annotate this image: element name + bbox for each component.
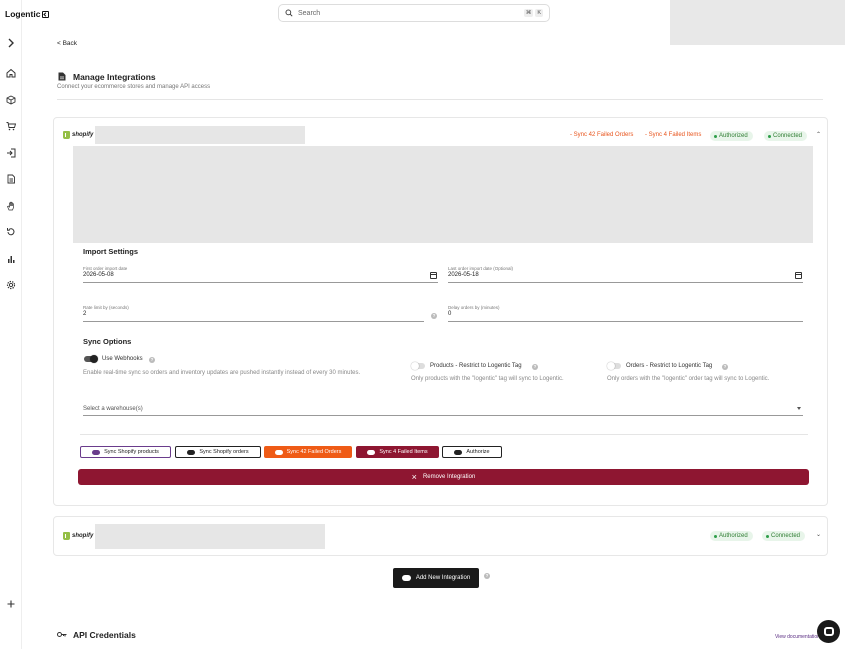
chevron-up-icon[interactable]: ⌃: [816, 131, 821, 138]
store-name-placeholder: [95, 524, 325, 549]
webhooks-label: Use Webhooks: [102, 356, 143, 362]
sync-options-title: Sync Options: [83, 337, 132, 346]
first-order-date-underline: [83, 282, 438, 283]
warehouse-select-underline: [83, 415, 803, 416]
home-icon[interactable]: [6, 68, 16, 78]
webhooks-description: Enable real-time sync so orders and inve…: [83, 370, 361, 376]
sidebar: Logentic: [0, 0, 50, 649]
calendar-icon[interactable]: [430, 272, 437, 279]
help-icon[interactable]: ?: [149, 357, 155, 363]
calendar-icon[interactable]: [795, 272, 802, 279]
orders-tag-label: Orders - Restrict to Logentic Tag: [626, 363, 713, 369]
search-icon: [285, 9, 293, 17]
warehouse-select[interactable]: Select a warehouse(s): [83, 406, 143, 412]
api-credentials-title: API Credentials: [73, 630, 136, 640]
help-icon[interactable]: ?: [722, 364, 728, 370]
orders-tag-description: Only orders with the "logentic" order ta…: [607, 376, 770, 382]
import-settings-title: Import Settings: [83, 247, 139, 256]
status-badge-authorized: Authorized: [710, 531, 753, 541]
back-link[interactable]: < Back: [57, 40, 77, 47]
last-order-date-label: Last order import date (Optional): [448, 266, 514, 271]
help-icon[interactable]: ?: [532, 364, 538, 370]
delay-orders-underline: [448, 321, 803, 322]
status-badge-connected: Connected: [764, 131, 808, 141]
cloud-upload-icon: [401, 575, 411, 581]
delay-orders-label: Delay orders by (minutes): [448, 305, 500, 310]
sync-failed-orders-button[interactable]: Sync 42 Failed Orders: [264, 446, 352, 458]
plus-icon[interactable]: [6, 599, 16, 609]
chat-button[interactable]: [817, 620, 840, 643]
remove-integration-button[interactable]: × Remove Integration: [78, 469, 809, 485]
integration-details-placeholder: [73, 146, 813, 243]
hand-icon[interactable]: [6, 201, 16, 211]
sync-shopify-orders-button[interactable]: Sync Shopify orders: [175, 446, 261, 458]
page-title: Manage Integrations: [73, 72, 156, 82]
search-placeholder: Search: [298, 9, 321, 17]
shopify-logo: shopify: [63, 131, 93, 139]
cloud-upload-icon: [274, 449, 283, 455]
help-icon[interactable]: ?: [431, 313, 437, 319]
view-documentation-link[interactable]: View documentation: [775, 634, 820, 640]
first-order-date-label: First order import date: [83, 266, 128, 271]
collapse-sidebar-icon[interactable]: [42, 11, 50, 18]
shopify-logo: shopify: [63, 532, 93, 540]
orders-tag-toggle[interactable]: [607, 362, 621, 370]
divider: [57, 99, 823, 100]
add-integration-button[interactable]: Add New Integration: [393, 568, 479, 588]
cloud-upload-icon: [92, 449, 101, 455]
document-icon[interactable]: [6, 174, 16, 184]
cart-icon[interactable]: [6, 121, 16, 131]
webhooks-toggle[interactable]: [84, 355, 98, 363]
first-order-date-input[interactable]: 2026-05-08: [83, 272, 114, 278]
status-badge-connected: Connected: [762, 531, 806, 541]
chevron-down-icon[interactable]: [797, 407, 801, 410]
login-icon[interactable]: [6, 148, 16, 158]
gear-icon[interactable]: [6, 280, 16, 290]
box-icon[interactable]: [6, 95, 16, 105]
divider: [80, 434, 808, 435]
last-order-date-input[interactable]: 2026-05-18: [448, 272, 479, 278]
store-name-placeholder: [95, 126, 305, 144]
page-subtitle: Connect your ecommerce stores and manage…: [57, 84, 211, 90]
chevron-right-icon[interactable]: [6, 38, 16, 48]
bar-chart-icon[interactable]: [6, 254, 16, 264]
shopify-bag-icon: [63, 532, 70, 540]
sync-failed-orders-link[interactable]: - Sync 42 Failed Orders: [570, 132, 633, 138]
key-icon: [57, 632, 67, 637]
products-tag-description: Only products with the "logentic" tag wi…: [411, 376, 564, 382]
cloud-upload-icon: [187, 449, 196, 455]
status-badge-authorized: Authorized: [710, 131, 753, 141]
shopify-bag-icon: [63, 131, 70, 139]
search-shortcut: ⌘ K: [523, 9, 543, 17]
app-logo: Logentic: [5, 9, 50, 19]
delay-orders-input[interactable]: 0: [448, 311, 451, 317]
sync-failed-items-link[interactable]: - Sync 4 Failed Items: [645, 132, 701, 138]
header-placeholder: [670, 0, 845, 45]
cloud-upload-icon: [454, 449, 463, 455]
chevron-down-icon[interactable]: ⌄: [816, 531, 821, 538]
last-order-date-underline: [448, 282, 803, 283]
document-icon: [58, 72, 66, 81]
authorize-button[interactable]: Authorize: [442, 446, 502, 458]
products-tag-label: Products - Restrict to Logentic Tag: [430, 363, 522, 369]
close-icon: ×: [411, 471, 417, 482]
sync-failed-items-button[interactable]: Sync 4 Failed Items: [356, 446, 439, 458]
chat-icon: [823, 627, 834, 636]
help-icon[interactable]: ?: [484, 573, 490, 579]
search-input[interactable]: Search ⌘ K: [278, 4, 550, 22]
cloud-upload-icon: [367, 449, 376, 455]
rate-limit-label: Rate limit by (seconds): [83, 305, 129, 310]
refresh-icon[interactable]: [6, 227, 16, 237]
products-tag-toggle[interactable]: [411, 362, 425, 370]
rate-limit-underline: [83, 321, 424, 322]
rate-limit-input[interactable]: 2: [83, 311, 86, 317]
sync-shopify-products-button[interactable]: Sync Shopify products: [80, 446, 171, 458]
